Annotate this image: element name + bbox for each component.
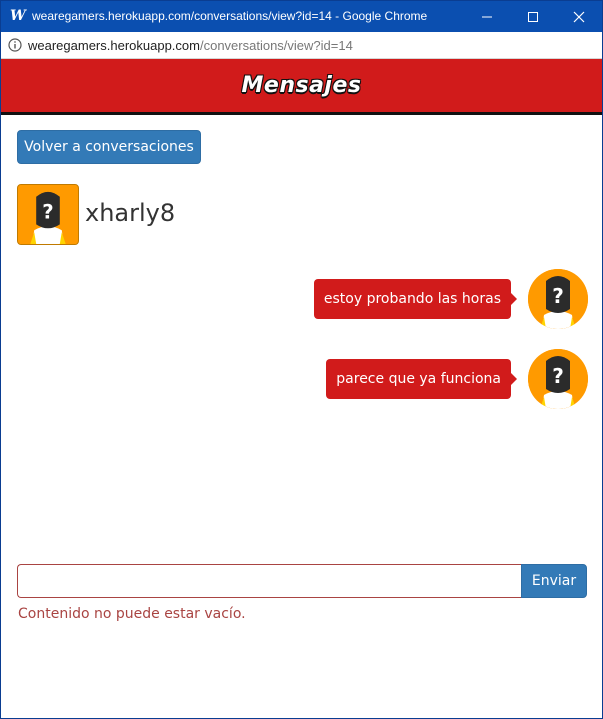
contact-name: xharly8 bbox=[85, 199, 176, 227]
message-avatar: ? bbox=[528, 269, 588, 329]
message-input[interactable] bbox=[17, 564, 522, 598]
window-title: wearegamers.herokuapp.com/conversations/… bbox=[32, 9, 428, 23]
svg-text:?: ? bbox=[552, 284, 564, 308]
validation-error: Contenido no puede estar vacío. bbox=[18, 606, 246, 622]
minimize-icon bbox=[482, 16, 492, 18]
message-avatar: ? bbox=[528, 349, 588, 409]
site-favicon-icon: W bbox=[10, 8, 26, 24]
url-text[interactable]: wearegamers.herokuapp.com/conversations/… bbox=[28, 37, 353, 54]
close-icon bbox=[573, 11, 585, 23]
svg-text:?: ? bbox=[552, 364, 564, 388]
close-button[interactable] bbox=[556, 1, 602, 32]
minimize-button[interactable] bbox=[464, 1, 510, 32]
message-bubble: estoy probando las horas bbox=[313, 279, 518, 319]
unknown-user-avatar-icon: ? bbox=[18, 185, 78, 244]
info-icon[interactable] bbox=[8, 38, 22, 52]
browser-window: W wearegamers.herokuapp.com/conversation… bbox=[0, 0, 603, 719]
page-header: Mensajes bbox=[1, 59, 602, 115]
send-button[interactable]: Enviar bbox=[521, 564, 587, 598]
maximize-icon bbox=[528, 12, 538, 22]
url-host: wearegamers.herokuapp.com bbox=[28, 38, 200, 53]
address-bar[interactable]: wearegamers.herokuapp.com/conversations/… bbox=[1, 32, 602, 59]
contact-avatar[interactable]: ? bbox=[17, 184, 79, 245]
message-composer: Enviar bbox=[17, 564, 587, 598]
title-bar: W wearegamers.herokuapp.com/conversation… bbox=[1, 1, 602, 32]
unknown-user-avatar-icon: ? bbox=[528, 269, 588, 329]
svg-text:?: ? bbox=[42, 200, 53, 223]
url-path: /conversations/view?id=14 bbox=[199, 38, 353, 53]
page-title: Mensajes bbox=[241, 73, 362, 98]
maximize-button[interactable] bbox=[510, 1, 556, 32]
message-bubble: parece que ya funciona bbox=[326, 359, 517, 399]
unknown-user-avatar-icon: ? bbox=[528, 349, 588, 409]
back-to-conversations-button[interactable]: Volver a conversaciones bbox=[17, 130, 201, 164]
